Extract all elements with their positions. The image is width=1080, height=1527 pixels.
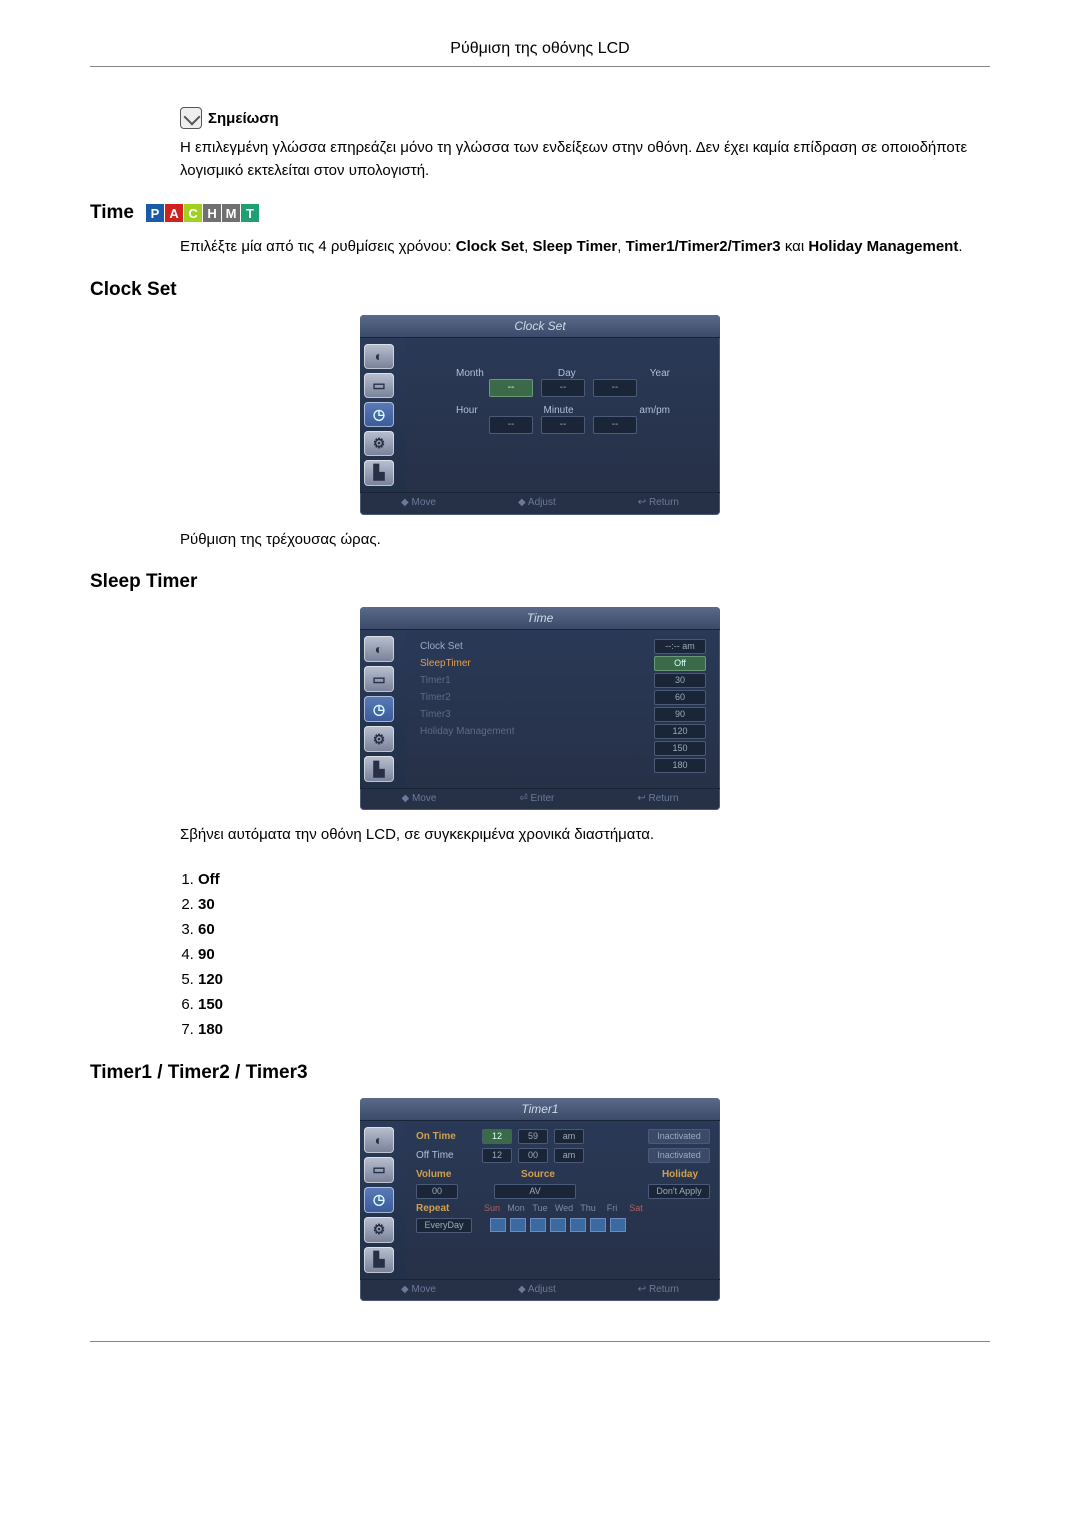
osd-icon-clock: ◷ [364, 402, 394, 427]
note-text: Η επιλεγμένη γλώσσα επηρεάζει μόνο τη γλ… [180, 137, 990, 182]
osd-icon-1: ◐ [364, 344, 394, 369]
clockset-title: Clock Set [90, 279, 990, 301]
badge-p: P [146, 204, 164, 222]
note-label: Σημείωση [208, 110, 279, 127]
osd-clockset-title: Clock Set [360, 315, 720, 338]
note-icon [180, 107, 202, 129]
osd-icon-5: ▙ [364, 460, 394, 485]
sleep-row: 180 [416, 757, 710, 774]
badge-c: C [184, 204, 202, 222]
opt-timers: Timer1/Timer2/Timer3 [626, 238, 781, 255]
sleep-row: Clock Set--:-- am [416, 638, 710, 655]
sleep-option: 60 [198, 917, 990, 942]
time-intro-pre: Επιλέξτε μία από τις 4 ρυθμίσεις χρόνου: [180, 238, 456, 255]
time-intro: Επιλέξτε μία από τις 4 ρυθμίσεις χρόνου:… [180, 236, 990, 259]
osd-sleeptimer: Time ◐ ▭ ◷ ⚙ ▙ Clock Set--:-- amSleepTim… [360, 607, 720, 810]
pachmt-badges: PACHMT [146, 204, 259, 222]
sleep-row: Timer260 [416, 689, 710, 706]
sleep-option: 180 [198, 1017, 990, 1042]
osd-icon-clock-b: ◷ [364, 696, 394, 722]
sleep-option: 150 [198, 992, 990, 1017]
osd-timer1: Timer1 ◐ ▭ ◷ ⚙ ▙ On Time 12 59 am Inacti… [360, 1098, 720, 1301]
badge-m: M [222, 204, 240, 222]
sleep-row: Holiday Management120 [416, 723, 710, 740]
osd-icon-1c: ◐ [364, 1127, 394, 1153]
osd-clockset: Clock Set ◐ ▭ ◷ ⚙ ▙ Month Day Year -- --… [360, 315, 720, 515]
badge-t: T [241, 204, 259, 222]
sleeptimer-desc: Σβήνει αυτόματα την οθόνη LCD, σε συγκεκ… [180, 824, 990, 847]
sleep-option: 30 [198, 892, 990, 917]
sleep-option: Off [198, 867, 990, 892]
clockset-desc: Ρύθμιση της τρέχουσας ώρας. [180, 529, 990, 552]
osd-icon-clock-c: ◷ [364, 1187, 394, 1213]
sleep-option: 90 [198, 942, 990, 967]
sleep-row: Timer130 [416, 672, 710, 689]
osd-icon-gear-c: ⚙ [364, 1217, 394, 1243]
osd-icon-1b: ◐ [364, 636, 394, 662]
badge-h: H [203, 204, 221, 222]
osd-sleeptimer-title: Time [360, 607, 720, 630]
sleeptimer-options: Off306090120150180 [180, 867, 990, 1042]
osd-icon-5c: ▙ [364, 1247, 394, 1273]
osd-icon-2: ▭ [364, 373, 394, 398]
opt-holiday: Holiday Management [808, 238, 958, 255]
sleep-row: Timer390 [416, 706, 710, 723]
osd-icon-gear-b: ⚙ [364, 726, 394, 752]
osd-icon-2c: ▭ [364, 1157, 394, 1183]
page-header: Ρύθμιση της οθόνης LCD [90, 40, 990, 67]
osd-icon-2b: ▭ [364, 666, 394, 692]
osd-timer1-title: Timer1 [360, 1098, 720, 1121]
sleep-row: SleepTimerOff [416, 655, 710, 672]
osd-icon-5b: ▙ [364, 756, 394, 782]
sleeptimer-title: Sleep Timer [90, 571, 990, 593]
timers-title: Timer1 / Timer2 / Timer3 [90, 1062, 990, 1084]
badge-a: A [165, 204, 183, 222]
opt-clockset: Clock Set [456, 238, 524, 255]
time-section-title: Time [90, 202, 134, 224]
osd-icon-gear: ⚙ [364, 431, 394, 456]
sleep-option: 120 [198, 967, 990, 992]
sleep-row: 150 [416, 740, 710, 757]
opt-sleeptimer: Sleep Timer [532, 238, 617, 255]
